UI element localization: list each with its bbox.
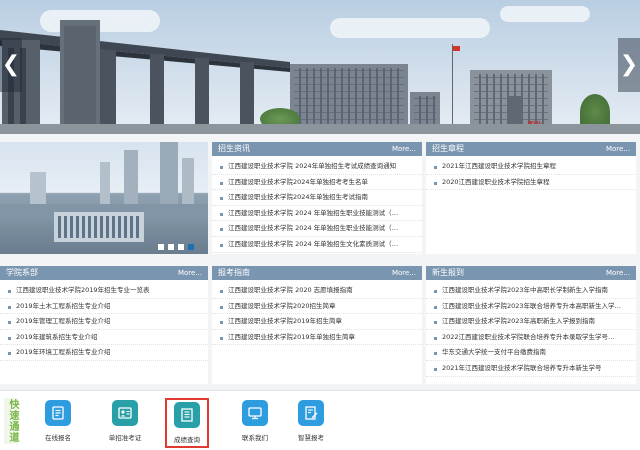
exam-guide-panel: 报考指南 More... 江西建设职业技术学院 2020 志愿填报指南 江西建设… bbox=[212, 266, 422, 384]
departments-list: 江西建设职业技术学院2019年招生专业一览表 2019年土木工程系招生专业介绍 … bbox=[0, 283, 208, 361]
quick-link-label: 在线报名 bbox=[45, 434, 71, 442]
form-icon bbox=[45, 400, 71, 426]
list-item[interactable]: 江西建设职业技术学院 2020 志愿填报指南 bbox=[212, 283, 422, 299]
tower bbox=[100, 162, 110, 206]
list-item[interactable]: 江西建设职业技术学院2019年招生简章 bbox=[212, 314, 422, 330]
admission-news-panel: 招生资讯 More... 江西建设职业技术学院 2024年单独招生考试成绩查询通… bbox=[212, 142, 422, 254]
list-item[interactable]: 2020江西建设职业技术学院招生章程 bbox=[426, 175, 636, 191]
section-header: 学院系部 More... bbox=[0, 266, 208, 280]
list-item[interactable]: 2019年环境工程系招生专业介绍 bbox=[0, 345, 208, 361]
score-query-icon bbox=[174, 402, 200, 428]
slider-dot[interactable] bbox=[168, 244, 174, 250]
campus-gate-illustration bbox=[0, 20, 290, 134]
score-query-button[interactable]: 成绩查询 bbox=[165, 398, 209, 448]
list-item[interactable]: 江西建设职业技术学院 2024 年单独招生职业技能测试（… bbox=[212, 206, 422, 222]
section-header: 招生资讯 More... bbox=[212, 142, 422, 156]
road bbox=[0, 124, 640, 134]
section-header: 招生章程 More... bbox=[426, 142, 636, 156]
list-item[interactable]: 江西建设职业技术学院2023年高职新生入学报到指南 bbox=[426, 314, 636, 330]
exam-guide-list: 江西建设职业技术学院 2020 志愿填报指南 江西建设职业技术学院2020招生简… bbox=[212, 283, 422, 346]
tower bbox=[160, 142, 178, 206]
list-item[interactable]: 2019年管理工程系招生专业介绍 bbox=[0, 314, 208, 330]
online-registration-button[interactable]: 在线报名 bbox=[27, 400, 89, 448]
slider-dot[interactable] bbox=[158, 244, 164, 250]
monitor-icon bbox=[242, 400, 268, 426]
list-item[interactable]: 江西建设职业技术学院2019年单独招生简章 bbox=[212, 330, 422, 346]
hero-prev-arrow[interactable]: ❮ bbox=[0, 38, 22, 92]
campus-photo-slider bbox=[0, 142, 208, 254]
section-title: 学院系部 bbox=[6, 268, 38, 277]
list-item[interactable]: 2021年江西建设职业技术学院联合培养专升本新生学号 bbox=[426, 361, 636, 377]
list-item[interactable]: 江西建设职业技术学院2020招生简章 bbox=[212, 299, 422, 315]
list-item[interactable]: 江西建设职业技术学院2024年单独招考考生名单 bbox=[212, 175, 422, 191]
slider-dot[interactable] bbox=[178, 244, 184, 250]
main-building-windows bbox=[58, 216, 140, 238]
departments-panel: 学院系部 More... 江西建设职业技术学院2019年招生专业一览表 2019… bbox=[0, 266, 208, 384]
list-item[interactable]: 2019年建筑系招生专业介绍 bbox=[0, 330, 208, 346]
tower bbox=[124, 150, 138, 206]
list-item[interactable]: 2021年江西建设职业技术学院招生章程 bbox=[426, 159, 636, 175]
smart-application-button[interactable]: 智慧报考 bbox=[280, 400, 342, 448]
more-link[interactable]: More... bbox=[606, 266, 630, 280]
tower bbox=[182, 158, 194, 206]
quick-link-label: 成绩查询 bbox=[174, 436, 200, 444]
admission-charter-panel: 招生章程 More... 2021年江西建设职业技术学院招生章程 2020江西建… bbox=[426, 142, 636, 254]
list-item[interactable]: 江西建设职业技术学院2023年联合培养专升本高职新生入学… bbox=[426, 299, 636, 315]
news-list: 江西建设职业技术学院 2024年单独招生考试成绩查询通知 江西建设职业技术学院2… bbox=[212, 159, 422, 253]
list-item[interactable]: 华东交通大学统一支付平台缴费指南 bbox=[426, 345, 636, 361]
tower bbox=[30, 172, 46, 206]
list-item[interactable]: 2019年土木工程系招生专业介绍 bbox=[0, 299, 208, 315]
list-item[interactable]: 江西建设职业技术学院 2024 年单独招生职业技能测试（… bbox=[212, 221, 422, 237]
edit-document-icon bbox=[298, 400, 324, 426]
quick-link-label: 联系我们 bbox=[242, 434, 268, 442]
quick-link-label: 智慧报考 bbox=[298, 434, 324, 442]
slider-dot-active[interactable] bbox=[188, 244, 194, 250]
more-link[interactable]: More... bbox=[392, 142, 416, 156]
section-title: 新生报到 bbox=[432, 268, 464, 277]
section-header: 新生报到 More... bbox=[426, 266, 636, 280]
section-title: 报考指南 bbox=[218, 268, 250, 277]
building bbox=[290, 64, 408, 130]
admission-ticket-icon bbox=[112, 400, 138, 426]
more-link[interactable]: More... bbox=[606, 142, 630, 156]
new-students-panel: 新生报到 More... 江西建设职业技术学院2023年中高职长学制新生入学指南… bbox=[426, 266, 636, 384]
list-item[interactable]: 江西建设职业技术学院2024年单独招生考试指南 bbox=[212, 190, 422, 206]
cloud bbox=[330, 18, 490, 38]
more-link[interactable]: More... bbox=[178, 266, 202, 280]
list-item[interactable]: 江西建设职业技术学院 2024年单独招生考试成绩查询通知 bbox=[212, 159, 422, 175]
flag bbox=[453, 46, 460, 51]
section-header: 报考指南 More... bbox=[212, 266, 422, 280]
exam-ticket-button[interactable]: 单招准考证 bbox=[94, 400, 156, 448]
charter-list: 2021年江西建设职业技术学院招生章程 2020江西建设职业技术学院招生章程 bbox=[426, 159, 636, 191]
contact-us-button[interactable]: 联系我们 bbox=[224, 400, 286, 448]
flag-pole bbox=[452, 44, 453, 130]
list-item[interactable]: 江西建设职业技术学院2023年中高职长学制新生入学指南 bbox=[426, 283, 636, 299]
list-item[interactable]: 江西建设职业技术学院2019年招生专业一览表 bbox=[0, 283, 208, 299]
new-students-list: 江西建设职业技术学院2023年中高职长学制新生入学指南 江西建设职业技术学院20… bbox=[426, 283, 636, 377]
section-title: 招生章程 bbox=[432, 144, 464, 153]
quick-links-label: 快速通道 bbox=[4, 398, 18, 444]
hero-banner: 职业 ❮ ❯ bbox=[0, 0, 640, 134]
list-item[interactable]: 江西建设职业技术学院 2024 年单独招生文化素质测试（… bbox=[212, 237, 422, 253]
slider-dots bbox=[158, 244, 194, 250]
cloud bbox=[500, 6, 590, 22]
list-item[interactable]: 2022江西建设职业技术学院联合培养专升本录取学生学号… bbox=[426, 330, 636, 346]
quick-link-label: 单招准考证 bbox=[108, 434, 142, 442]
hero-next-arrow[interactable]: ❯ bbox=[618, 38, 640, 92]
more-link[interactable]: More... bbox=[392, 266, 416, 280]
section-title: 招生资讯 bbox=[218, 144, 250, 153]
